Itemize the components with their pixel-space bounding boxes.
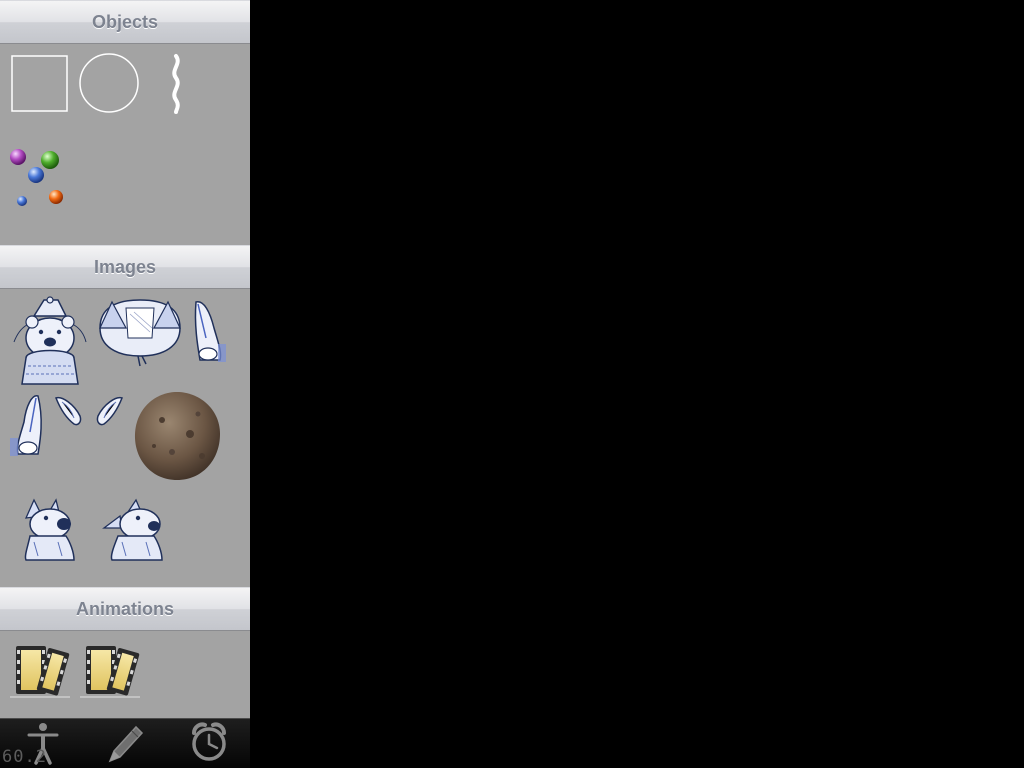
film-animation-2-icon[interactable] [80, 642, 142, 700]
scene-canvas[interactable] [250, 0, 1024, 768]
bear-with-hat-image[interactable] [10, 296, 88, 386]
alarm-clock-icon[interactable] [188, 721, 230, 765]
balls-object[interactable] [6, 146, 68, 210]
fps-counter: 60.2 [2, 747, 47, 767]
film-animation-1-icon[interactable] [10, 642, 72, 700]
bear-small-1-image[interactable] [18, 498, 80, 564]
circle-object[interactable] [78, 52, 140, 114]
rock-ball-image[interactable] [132, 390, 222, 482]
pencil-icon[interactable] [104, 721, 144, 765]
animations-section-header: Animations [0, 587, 250, 631]
object-library-panel: Objects Images Animations 60.2 [0, 0, 250, 768]
bear-small-2-image[interactable] [102, 498, 168, 564]
objects-section-header: Objects [0, 0, 250, 44]
rectangle-object[interactable] [10, 54, 70, 114]
bear-ears-image[interactable] [52, 392, 126, 428]
images-section-header: Images [0, 245, 250, 289]
bear-body-image[interactable] [96, 298, 184, 368]
rope-object[interactable] [164, 52, 190, 116]
bear-arm-right-image[interactable] [190, 298, 230, 366]
bear-arm-left-image[interactable] [8, 392, 48, 462]
bottom-toolbar: 60.2 [0, 718, 250, 768]
